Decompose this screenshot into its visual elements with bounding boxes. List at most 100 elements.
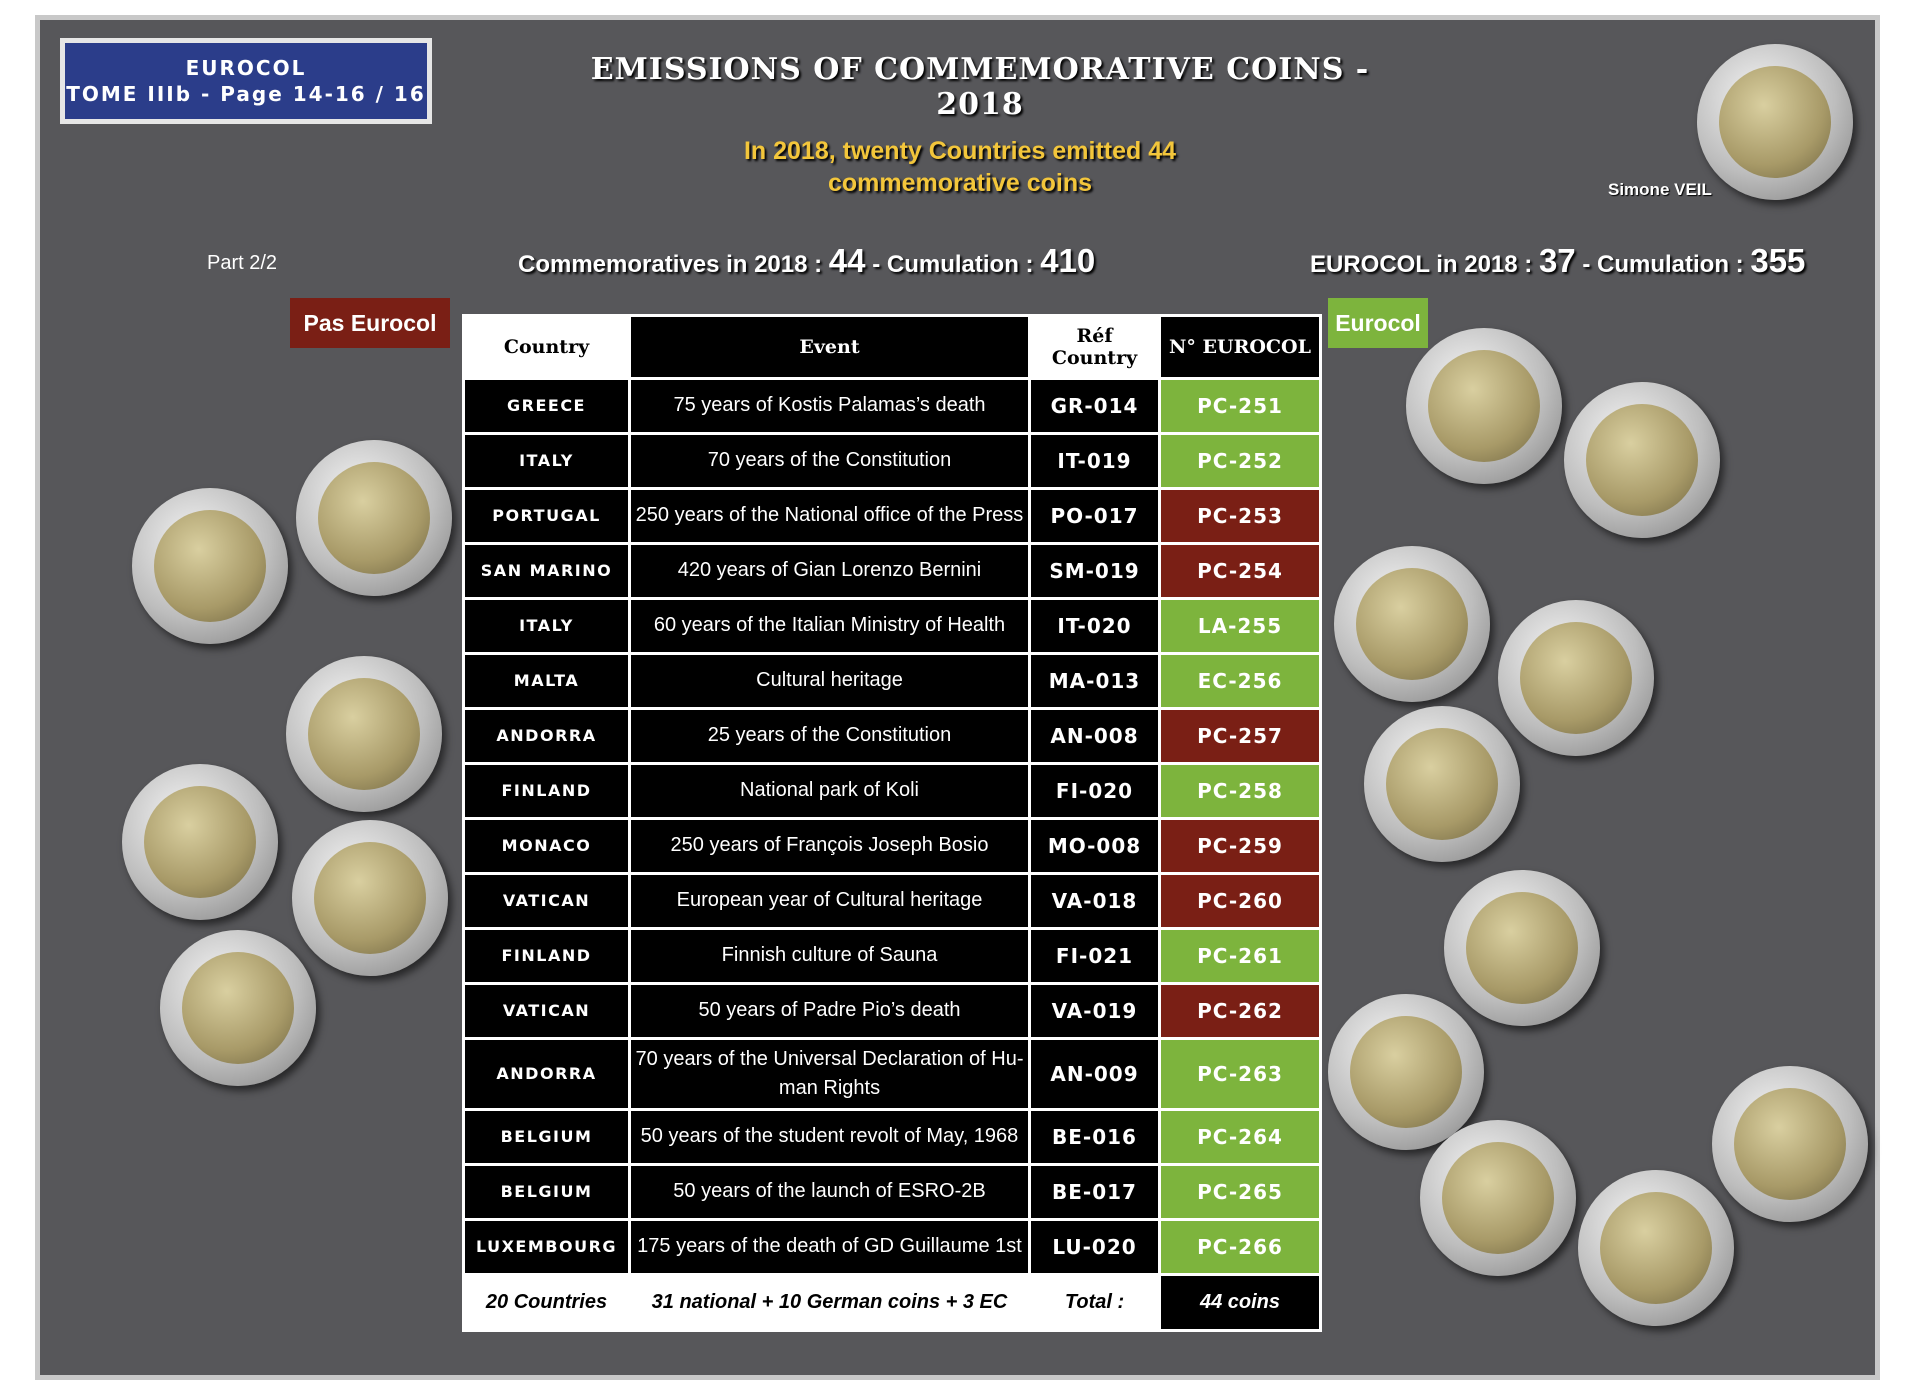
- coin-image: [1364, 706, 1520, 862]
- coin-image: [1444, 870, 1600, 1026]
- coin-image: [1712, 1066, 1868, 1222]
- stat-label: EUROCOL in 2018 :: [1310, 251, 1533, 278]
- page-subtitle: In 2018, twenty Countries emitted 44 com…: [680, 135, 1240, 199]
- cell-eurocol-number: PC-264: [1158, 1107, 1322, 1166]
- cell-eurocol-number: PC-260: [1158, 871, 1322, 930]
- table-row: MALTA Cultural heritage MA-013 EC-256: [462, 651, 1322, 710]
- stat-label: Commemoratives in 2018 :: [518, 251, 823, 278]
- cell-country: MALTA: [462, 651, 631, 710]
- cell-eurocol-number: PC-253: [1158, 486, 1322, 545]
- table-row: GREECE 75 years of Kostis Palamas’s death…: [462, 377, 1322, 435]
- cell-eurocol-number: PC-265: [1158, 1162, 1322, 1221]
- cell-country: MONACO: [462, 816, 631, 875]
- cell-country: ANDORRA: [462, 706, 631, 765]
- cell-event: 50 years of the launch of ESRO-2B: [628, 1162, 1031, 1221]
- cell-eurocol-number: PC-257: [1158, 706, 1322, 765]
- eurocol-reference-badge: EUROCOL TOME IIIb - Page 14-16 / 16: [60, 38, 432, 124]
- cell-country: FINLAND: [462, 761, 631, 820]
- eurocol-label: Eurocol: [1328, 298, 1428, 348]
- badge-page-reference: TOME IIIb - Page 14-16 / 16: [66, 82, 426, 106]
- table-row: ITALY 60 years of the Italian Ministry of…: [462, 596, 1322, 655]
- cell-country: LUXEMBOURG: [462, 1217, 631, 1277]
- subtitle-line-2: commemorative coins: [828, 169, 1092, 197]
- cell-event: 75 years of Kostis Palamas’s death: [628, 377, 1031, 435]
- coin-image: [132, 488, 288, 644]
- page-title: EMISSIONS OF COMMEMORATIVE COINS - 2018: [590, 52, 1370, 122]
- cell-ref-country: MA-013: [1028, 651, 1161, 710]
- stat-separator: -: [872, 251, 881, 278]
- cell-event: 250 years of the National office of the …: [628, 486, 1031, 545]
- cell-event: Finnish culture of Sauna: [628, 926, 1031, 985]
- commemoratives-stats: Commemoratives in 2018 : 44 - Cumulation…: [518, 242, 1095, 280]
- coin-image: [122, 764, 278, 920]
- cell-ref-country: MO-008: [1028, 816, 1161, 875]
- cell-eurocol-number: PC-266: [1158, 1217, 1322, 1277]
- coin-image: [1328, 994, 1484, 1150]
- coin-image: [292, 820, 448, 976]
- column-header-ref-country: Réf Country: [1028, 314, 1161, 380]
- coin-image: [160, 930, 316, 1086]
- column-header-eurocol-number: N° EUROCOL: [1158, 314, 1322, 380]
- cell-eurocol-number: EC-256: [1158, 651, 1322, 710]
- cell-country: ITALY: [462, 596, 631, 655]
- coin-image: [286, 656, 442, 812]
- cell-eurocol-number: PC-254: [1158, 541, 1322, 600]
- cell-event: European year of Cultural heritage: [628, 871, 1031, 930]
- footer-countries: 20 Countries: [462, 1273, 631, 1332]
- cell-event: Cultural heritage: [628, 651, 1031, 710]
- coin-image: [1498, 600, 1654, 756]
- table-row: VATICAN 50 years of Padre Pio’s death VA-0…: [462, 981, 1322, 1040]
- table-footer-row: 20 Countries 31 national + 10 German coi…: [462, 1273, 1322, 1332]
- column-header-country: Country: [462, 314, 631, 380]
- cell-ref-country: PO-017: [1028, 486, 1161, 545]
- cell-event: National park of Koli: [628, 761, 1031, 820]
- cell-ref-country: LU-020: [1028, 1217, 1161, 1277]
- cell-ref-country: GR-014: [1028, 377, 1161, 435]
- cell-ref-country: BE-016: [1028, 1107, 1161, 1166]
- badge-title: EUROCOL: [185, 56, 307, 80]
- cell-ref-country: AN-009: [1028, 1036, 1161, 1111]
- cell-country: ITALY: [462, 431, 631, 490]
- table-row: ANDORRA 25 years of the Constitution AN-00…: [462, 706, 1322, 765]
- table-row: MONACO 250 years of François Joseph Bosio…: [462, 816, 1322, 875]
- cell-event: 70 years of the Constitution: [628, 431, 1031, 490]
- featured-coin-image: [1697, 44, 1853, 200]
- table-row: BELGIUM 50 years of the launch of ESRO-2B…: [462, 1162, 1322, 1221]
- table-row: FINLAND National park of Koli FI-020 PC-258: [462, 761, 1322, 820]
- coin-image: [1578, 1170, 1734, 1326]
- table-row: VATICAN European year of Cultural heritag…: [462, 871, 1322, 930]
- cell-ref-country: IT-020: [1028, 596, 1161, 655]
- footer-total-value: 44 coins: [1158, 1273, 1322, 1332]
- commemorative-coins-table: Country Event Réf Country N° EUROCOL GRE…: [462, 314, 1322, 1332]
- cell-event: 70 years of the Universal Declaration of…: [628, 1036, 1031, 1111]
- cell-country: BELGIUM: [462, 1162, 631, 1221]
- table-header-row: Country Event Réf Country N° EUROCOL: [462, 314, 1322, 380]
- cell-ref-country: IT-019: [1028, 431, 1161, 490]
- subtitle-line-1: In 2018, twenty Countries emitted 44: [743, 137, 1177, 165]
- cell-eurocol-number: PC-258: [1158, 761, 1322, 820]
- cell-eurocol-number: PC-252: [1158, 431, 1322, 490]
- table-row: LUXEMBOURG 175 years of the death of GD G…: [462, 1217, 1322, 1277]
- cell-eurocol-number: PC-263: [1158, 1036, 1322, 1111]
- cell-ref-country: VA-018: [1028, 871, 1161, 930]
- cell-ref-country: AN-008: [1028, 706, 1161, 765]
- cell-event: 50 years of Padre Pio’s death: [628, 981, 1031, 1040]
- cell-country: VATICAN: [462, 871, 631, 930]
- cell-country: SAN MARINO: [462, 541, 631, 600]
- part-label: Part 2/2: [207, 252, 278, 274]
- coin-image: [1564, 382, 1720, 538]
- eurocol-stats: EUROCOL in 2018 : 37 - Cumulation : 355: [1310, 242, 1805, 280]
- cell-event: 175 years of the death of GD Guillaume 1…: [628, 1217, 1031, 1277]
- pas-eurocol-label: Pas Eurocol: [290, 298, 450, 348]
- table-row: ANDORRA 70 years of the Universal Declara…: [462, 1036, 1322, 1111]
- table-row: PORTUGAL 250 years of the National office…: [462, 486, 1322, 545]
- cell-eurocol-number: PC-259: [1158, 816, 1322, 875]
- cell-event: 250 years of François Joseph Bosio: [628, 816, 1031, 875]
- cell-eurocol-number: PC-251: [1158, 377, 1322, 435]
- table-row: SAN MARINO 420 years of Gian Lorenzo Bern…: [462, 541, 1322, 600]
- cell-ref-country: FI-021: [1028, 926, 1161, 985]
- table-row: ITALY 70 years of the Constitution IT-019 P…: [462, 431, 1322, 490]
- stat-separator: -: [1582, 251, 1591, 278]
- cell-ref-country: VA-019: [1028, 981, 1161, 1040]
- table-row: BELGIUM 50 years of the student revolt of…: [462, 1107, 1322, 1166]
